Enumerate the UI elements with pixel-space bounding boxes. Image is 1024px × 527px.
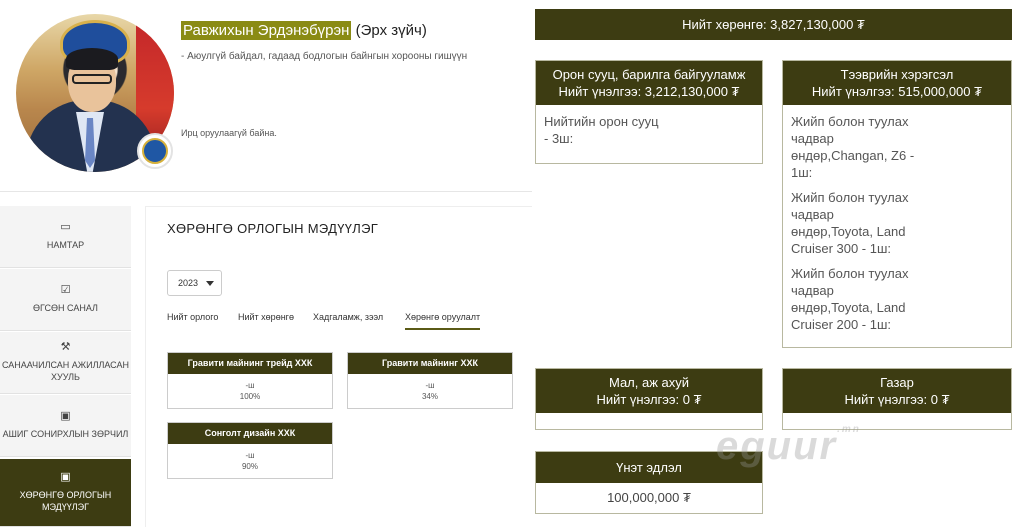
divider [0,191,532,192]
vehicle-item: Жийп болон туулах чадвар өндөр,Toyota, L… [791,265,1003,333]
sidebar-item-conflict-of-interest[interactable]: ▣ АШИГ СОНИРХЛЫН ЗӨРЧИЛ [0,395,131,457]
sidebar-item-votes[interactable]: ☑ ӨГСӨН САНАЛ [0,269,131,331]
company-name: Гравити майнинг трейд ХХК [168,353,332,374]
company-units: -ш [245,451,255,460]
vehicle-line: чадвар [791,131,834,146]
vehicle-line: Cruiser 200 - 1ш: [791,317,892,332]
company-units: -ш [425,381,435,390]
company-units: -ш [245,381,255,390]
vehicle-line: өндөр,Changan, Z6 - [791,148,915,163]
asset-card-title: Орон сууц, барилга байгууламж [552,67,746,82]
sidebar-item-laws[interactable]: ⚒ САНААЧИЛСАН АЖИЛЛАСАН ХУУЛЬ [0,332,131,394]
vehicle-line: өндөр,Toyota, Land [791,224,906,239]
vehicle-line: Жийп болон туулах [791,190,909,205]
company-share: 34% [421,392,438,401]
asset-card-livestock: Мал, аж ахуй Нийт үнэлгээ: 0 ₮ [535,368,763,430]
money-icon: ▣ [60,471,71,483]
section-title: ХӨРӨНГӨ ОРЛОГЫН МЭДҮҮЛЭГ [167,221,379,236]
asset-card-value: Нийт үнэлгээ: 0 ₮ [844,392,950,407]
asset-card-title: Тээврийн хэрэгсэл [840,67,954,82]
sidebar-item-label: ӨГСӨН САНАЛ [33,303,98,313]
tab-investments[interactable]: Хөрөнгө оруулалт [405,312,481,330]
sidebar-item-label: ХӨРӨНГӨ ОРЛОГЫН МЭДҮҮЛЭГ [19,490,112,512]
gavel-icon: ⚒ [60,341,71,353]
asset-card-value: Нийт үнэлгээ: 515,000,000 ₮ [811,84,983,99]
vehicle-line: Жийп болон туулах [791,114,909,129]
vehicle-line: өндөр,Toyota, Land [791,300,906,315]
watermark-logo: eguur.mn [716,424,861,469]
vehicle-line: чадвар [791,207,834,222]
asset-item-count: - 3ш: [544,131,574,146]
tab-total-assets[interactable]: Нийт хөрөнгө [238,312,294,328]
sidebar-item-label: НАМТАР [46,240,85,250]
year-select-value: 2023 [178,278,199,288]
id-card-icon: ▭ [60,221,71,233]
company-card: Гравити майнинг ХХК -ш 34% [347,352,513,409]
glasses-graphic [72,74,112,84]
sidebar-item-label: АШИГ СОНИРХЛЫН ЗӨРЧИЛ [2,429,129,439]
vehicle-line: чадвар [791,283,834,298]
total-assets: Нийт хөрөнгө: 3,827,130,000 ₮ [535,9,1012,40]
party-badge-icon [137,133,173,169]
asset-card-housing: Орон сууц, барилга байгууламж Нийт үнэлг… [535,60,763,164]
sidebar-item-asset-declaration[interactable]: ▣ ХӨРӨНГӨ ОРЛОГЫН МЭДҮҮЛЭГ [0,459,131,527]
watermark-text: eguur [716,424,838,468]
member-name: Равжихын Эрдэнэбүрэн (Эрх зүйч) [181,21,427,40]
tab-total-income[interactable]: Нийт орлого [167,312,218,328]
asset-card-vehicles: Тээврийн хэрэгсэл Нийт үнэлгээ: 515,000,… [782,60,1012,348]
company-share: 90% [241,462,258,471]
asset-card-title: Газар [880,375,914,390]
company-card: Сонголт дизайн ХХК -ш 90% [167,422,333,479]
year-select[interactable]: 2023 [167,270,222,296]
vehicle-item: Жийп болон туулах чадвар өндөр,Toyota, L… [791,189,1003,257]
money-icon: ▣ [60,410,71,422]
company-name: Гравити майнинг ХХК [348,353,512,374]
asset-card-value: Нийт үнэлгээ: 3,212,130,000 ₮ [558,84,740,99]
vehicle-line: Жийп болон туулах [791,266,909,281]
hair-graphic [66,48,118,70]
checkbox-icon: ☑ [60,284,71,296]
profile-panel: Равжихын Эрдэнэбүрэн (Эрх зүйч) - Аюулгү… [0,0,532,527]
watermark-suffix: .mn [837,424,861,435]
asset-card-land: Газар Нийт үнэлгээ: 0 ₮ [782,368,1012,430]
sidebar: ▭ НАМТАР ☑ ӨГСӨН САНАЛ ⚒ САНААЧИЛСАН АЖИ… [0,206,131,527]
vehicle-line: 1ш: [791,165,813,180]
vehicle-line: Cruiser 300 - 1ш: [791,241,892,256]
asset-card-value: 100,000,000 ₮ [607,490,691,505]
company-name: Сонголт дизайн ХХК [168,423,332,444]
member-role: - Аюулгүй байдал, гадаад бодлогын байнгы… [181,51,468,62]
asset-item: Нийтийн орон сууц [544,114,659,129]
company-card: Гравити майнинг трейд ХХК -ш 100% [167,352,333,409]
vehicle-item: Жийп болон туулах чадвар өндөр,Changan, … [791,113,1003,181]
asset-card-value: Нийт үнэлгээ: 0 ₮ [596,392,702,407]
chevron-down-icon [206,281,214,286]
asset-card-title: Мал, аж ахуй [608,375,690,390]
sidebar-item-biography[interactable]: ▭ НАМТАР [0,206,131,268]
tab-savings-loans[interactable]: Хадгаламж, зээл [313,312,383,328]
company-share: 100% [239,392,261,401]
sidebar-item-label: САНААЧИЛСАН АЖИЛЛАСАН ХУУЛЬ [2,360,129,382]
member-profession: (Эрх зүйч) [355,22,427,39]
attendance-note: Ирц оруулаагүй байна. [181,128,277,138]
member-name-highlight: Равжихын Эрдэнэбүрэн [181,21,352,40]
